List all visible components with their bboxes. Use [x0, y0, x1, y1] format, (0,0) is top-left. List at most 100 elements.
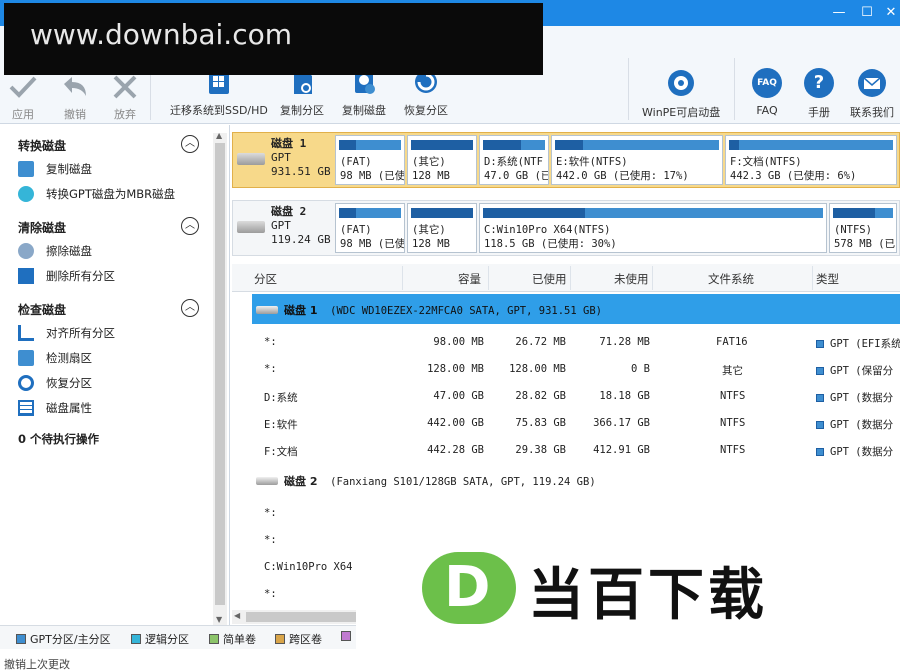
- column-header-partition[interactable]: 分区: [254, 271, 277, 287]
- column-header-filesystem[interactable]: 文件系统: [708, 271, 754, 287]
- cell-used: 75.83 GB: [515, 417, 566, 429]
- partition-block[interactable]: C:Win10Pro X64(NTFS) 118.5 GB (已使用: 30%): [479, 203, 827, 253]
- table-row[interactable]: D:系统 47.00 GB 28.82 GB 18.18 GB NTFS GPT…: [232, 383, 900, 410]
- logo-letter: D: [444, 555, 491, 620]
- close-button[interactable]: ✕: [878, 0, 900, 26]
- scrollbar-thumb[interactable]: [246, 612, 356, 622]
- type-label: GPT (EFI系统: [830, 338, 900, 350]
- partition-block[interactable]: E:软件(NTFS) 442.0 GB (已使用: 17%): [551, 135, 723, 185]
- sidebar-item-align[interactable]: 对齐所有分区: [18, 325, 115, 341]
- partition-info: 578 MB (已: [834, 238, 896, 250]
- partition-info: 442.0 GB (已使用: 17%): [556, 170, 689, 182]
- sidebar-item-properties[interactable]: 磁盘属性: [18, 400, 92, 416]
- sidebar-item-recover[interactable]: 恢复分区: [18, 375, 92, 391]
- column-header-capacity[interactable]: 容量: [458, 271, 481, 287]
- sidebar-item-copy-disk[interactable]: 复制磁盘: [18, 161, 92, 177]
- type-label: GPT (保留分: [830, 365, 894, 377]
- sidebar-item-delete-all[interactable]: 删除所有分区: [18, 268, 115, 284]
- winpe-button[interactable]: WinPE可启动盘: [642, 68, 720, 120]
- cell-type: GPT (数据分: [816, 390, 893, 405]
- partition-label: C:Win10Pro X64(NTFS): [484, 224, 611, 236]
- sidebar-item-wipe-disk[interactable]: 擦除磁盘: [18, 243, 92, 259]
- sidebar-scrollbar[interactable]: ▲ ▼: [213, 131, 227, 625]
- table-row[interactable]: F:文档 442.28 GB 29.38 GB 412.91 GB NTFS G…: [232, 437, 900, 464]
- partition-block[interactable]: F:文档(NTFS) 442.3 GB (已使用: 6%): [725, 135, 897, 185]
- scroll-up-icon[interactable]: ▲: [216, 131, 222, 140]
- cell-type: GPT (EFI系统: [816, 336, 900, 351]
- scroll-down-icon[interactable]: ▼: [216, 615, 222, 624]
- partition-block[interactable]: (FAT) 98 MB (已使: [335, 135, 405, 185]
- column-header-type[interactable]: 类型: [816, 271, 839, 287]
- type-label: GPT (数据分: [830, 446, 894, 458]
- column-header-free[interactable]: 未使用: [614, 271, 649, 287]
- cell-used: 26.72 MB: [515, 336, 566, 348]
- partition-label: F:文档(NTFS): [730, 156, 802, 168]
- disk-map-disk-1[interactable]: 磁盘 1 GPT 931.51 GB (FAT) 98 MB (已使 (其它) 12…: [232, 132, 900, 188]
- cell-free: 366.17 GB: [593, 417, 650, 429]
- column-header-used[interactable]: 已使用: [532, 271, 567, 287]
- sidebar-item-label: 擦除磁盘: [46, 244, 92, 258]
- group-check-disk: 检查磁盘: [18, 303, 67, 317]
- maximize-button[interactable]: ☐: [854, 0, 880, 26]
- cell-partition: C:Win10Pro X64: [264, 561, 353, 573]
- usage-bar: [833, 208, 875, 218]
- recover-partition-button[interactable]: 恢复分区: [404, 68, 448, 118]
- sidebar-item-check-sectors[interactable]: 检测扇区: [18, 350, 92, 366]
- copy-partition-button[interactable]: 复制分区: [280, 68, 324, 118]
- contact-button[interactable]: 联系我们: [850, 68, 894, 120]
- partition-info: 47.0 GB (已: [484, 170, 549, 182]
- sidebar-item-label: 删除所有分区: [46, 269, 115, 283]
- manual-button[interactable]: ? 手册: [804, 68, 834, 120]
- copy-disk-button[interactable]: 复制磁盘: [342, 68, 386, 118]
- scroll-left-icon[interactable]: ◀: [234, 611, 240, 620]
- undo-button[interactable]: 撤销: [60, 74, 90, 122]
- collapse-icon[interactable]: ︿: [181, 299, 199, 317]
- properties-icon: [18, 400, 34, 416]
- table-row[interactable]: *: 128.00 MB 128.00 MB 0 B 其它 GPT (保留分: [232, 356, 900, 383]
- cell-type: GPT (保留分: [816, 363, 893, 378]
- scrollbar-thumb[interactable]: [215, 143, 225, 605]
- cell-used: 128.00 MB: [509, 363, 566, 375]
- cell-filesystem: FAT16: [716, 336, 748, 348]
- disk-1-header-row[interactable]: 磁盘 1 (WDC WD10EZEX-22MFCA0 SATA, GPT, 93…: [252, 294, 900, 324]
- logo-text: 当百下载: [528, 563, 768, 628]
- legend-swatch: [131, 634, 141, 644]
- partition-block[interactable]: (其它) 128 MB: [407, 203, 477, 253]
- convert-icon: [18, 186, 34, 202]
- minimize-button[interactable]: —: [826, 0, 852, 26]
- cell-partition: *:: [264, 534, 277, 546]
- copy-disk-icon: [18, 161, 34, 177]
- migrate-label: 迁移系统到SSD/HD: [170, 104, 268, 117]
- sidebar-item-label: 转换GPT磁盘为MBR磁盘: [46, 187, 176, 201]
- partition-block[interactable]: (FAT) 98 MB (已使: [335, 203, 405, 253]
- cell-free: 71.28 MB: [599, 336, 650, 348]
- cell-partition: F:文档: [264, 446, 298, 458]
- discard-button[interactable]: 放弃: [110, 74, 140, 122]
- sidebar-item-gpt-to-mbr[interactable]: 转换GPT磁盘为MBR磁盘: [18, 186, 175, 202]
- cell-partition: D:系统: [264, 392, 298, 404]
- partition-block[interactable]: D:系统(NTF 47.0 GB (已: [479, 135, 549, 185]
- collapse-icon[interactable]: ︿: [181, 135, 199, 153]
- migrate-os-button[interactable]: 迁移系统到SSD/HD: [170, 68, 268, 118]
- apply-button[interactable]: 应用: [8, 74, 38, 122]
- disk-map-disk-2[interactable]: 磁盘 2 GPT 119.24 GB (FAT) 98 MB (已使 (其它) 12…: [232, 200, 900, 256]
- type-color-icon: [816, 394, 824, 402]
- sidebar-item-label: 复制磁盘: [46, 162, 92, 176]
- winpe-label: WinPE可启动盘: [642, 106, 721, 119]
- cell-capacity: 47.00 GB: [433, 390, 484, 402]
- partition-block[interactable]: (NTFS) 578 MB (已: [829, 203, 897, 253]
- partition-info: 442.3 GB (已使用: 6%): [730, 170, 857, 182]
- disk-name: 磁盘 1: [284, 304, 318, 317]
- cell-capacity: 442.00 GB: [427, 417, 484, 429]
- disk-2-header-row[interactable]: 磁盘 2 (Fanxiang S101/128GB SATA, GPT, 119…: [252, 465, 900, 495]
- table-row[interactable]: E:软件 442.00 GB 75.83 GB 366.17 GB NTFS G…: [232, 410, 900, 437]
- table-header: 分区 容量 已使用 未使用 文件系统 类型: [232, 264, 900, 292]
- legend-label: 跨区卷: [289, 633, 322, 646]
- collapse-icon[interactable]: ︿: [181, 217, 199, 235]
- faq-button[interactable]: FAQ FAQ: [752, 68, 782, 117]
- usage-bar: [411, 140, 473, 150]
- cell-filesystem: NTFS: [720, 417, 746, 429]
- partition-block[interactable]: (其它) 128 MB: [407, 135, 477, 185]
- type-label: GPT (数据分: [830, 419, 894, 431]
- table-row[interactable]: *: 98.00 MB 26.72 MB 71.28 MB FAT16 GPT …: [232, 329, 900, 356]
